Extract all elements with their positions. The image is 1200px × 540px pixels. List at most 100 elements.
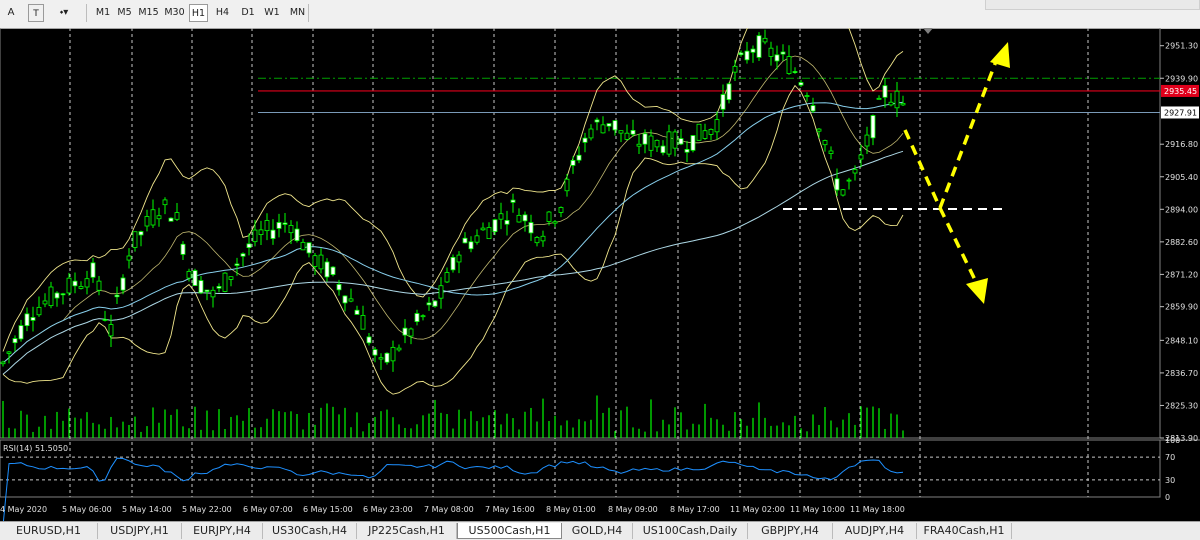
candle-body xyxy=(702,130,708,139)
candle-body xyxy=(240,253,246,257)
rsi-axis-label: 30 xyxy=(1165,476,1175,485)
candle-body xyxy=(648,135,654,151)
timeframe-button-m1[interactable]: M1 xyxy=(94,4,112,22)
candle-body xyxy=(522,214,528,222)
symbol-tab-eurjpy-h4[interactable]: EURJPY,H4 xyxy=(182,523,263,539)
symbol-tab-us500cash-h1[interactable]: US500Cash,H1 xyxy=(457,523,562,539)
candle-body xyxy=(96,280,102,291)
candle-body xyxy=(330,266,336,275)
candle-body xyxy=(780,51,786,55)
candle-body xyxy=(822,140,828,146)
candle-body xyxy=(84,278,90,288)
candle-body xyxy=(252,229,258,243)
symbol-tab-gbpjpy-h4[interactable]: GBPJPY,H4 xyxy=(748,523,833,539)
candle-body xyxy=(774,54,780,62)
candle-body xyxy=(810,105,816,112)
symbol-tab-eurusd-h1[interactable]: EURUSD,H1 xyxy=(0,523,98,539)
timeframe-button-m15[interactable]: M15 xyxy=(137,4,160,22)
timeframe-button-w1[interactable]: W1 xyxy=(262,4,282,22)
timeframe-button-h4[interactable]: H4 xyxy=(212,4,233,22)
candle-body xyxy=(666,131,672,155)
search-box[interactable] xyxy=(985,0,1200,10)
candle-body xyxy=(768,47,774,57)
candle-body xyxy=(408,328,414,337)
timeframe-button-mn[interactable]: MN xyxy=(287,4,308,22)
candle-body xyxy=(852,168,858,174)
symbol-tab-fra40cash-h1[interactable]: FRA40Cash,H1 xyxy=(917,523,1012,539)
rsi-axis-label: 100 xyxy=(1165,436,1180,445)
time-axis-label: 8 May 09:00 xyxy=(608,505,658,514)
timeframe-button-m30[interactable]: M30 xyxy=(162,4,187,22)
candle-body xyxy=(468,241,474,250)
text-tool-icon[interactable]: A xyxy=(4,4,18,22)
candle-body xyxy=(696,123,702,141)
symbol-tab-gold-h4[interactable]: GOLD,H4 xyxy=(562,523,633,539)
candle-body xyxy=(792,71,798,73)
candle-body xyxy=(156,215,162,220)
candle-body xyxy=(534,236,540,244)
time-axis-label: 5 May 06:00 xyxy=(62,505,112,514)
annotation-arrow-down xyxy=(938,207,980,287)
candle-body xyxy=(540,235,546,242)
toolbar-separator xyxy=(308,4,309,22)
candle-body xyxy=(72,280,78,287)
candle-body xyxy=(66,277,72,294)
timeframe-button-d1[interactable]: D1 xyxy=(238,4,258,22)
candle-body xyxy=(120,277,126,291)
time-axis-label: 6 May 07:00 xyxy=(243,505,293,514)
candle-body xyxy=(114,294,120,298)
text-label-tool-icon[interactable]: T xyxy=(28,4,44,22)
candle-body xyxy=(360,315,366,330)
bollinger-middle-band xyxy=(2,55,904,364)
symbol-tab-us30cash-h4[interactable]: US30Cash,H4 xyxy=(263,523,357,539)
candle-body xyxy=(624,132,630,140)
annotation-arrowhead-up xyxy=(990,42,1010,68)
candle-body xyxy=(60,293,66,296)
candle-body xyxy=(750,48,756,53)
candle-body xyxy=(732,65,738,73)
candle-body xyxy=(876,97,882,100)
candle-body xyxy=(744,50,750,61)
candle-body xyxy=(456,254,462,263)
annotation-arrow-up xyxy=(938,55,1000,209)
candle-body xyxy=(42,300,48,305)
candle-body xyxy=(786,56,792,74)
candle-body xyxy=(678,138,684,145)
candle-body xyxy=(246,243,252,248)
candle-body xyxy=(234,263,240,266)
candle-body xyxy=(12,338,18,344)
candle-body xyxy=(438,285,444,299)
candle-body xyxy=(636,143,642,147)
candle-body xyxy=(858,154,864,160)
candle-body xyxy=(18,325,24,340)
rsi-plot-frame xyxy=(0,439,1161,498)
candle-body xyxy=(474,235,480,243)
symbol-tab-us100cash-daily[interactable]: US100Cash,Daily xyxy=(633,523,748,539)
time-axis-label: 8 May 17:00 xyxy=(670,505,720,514)
timeframe-button-m5[interactable]: M5 xyxy=(114,4,135,22)
candle-body xyxy=(684,149,690,153)
time-axis-label: 11 May 10:00 xyxy=(790,505,845,514)
candle-body xyxy=(864,134,870,147)
price-chart[interactable]: 2951.30 2939.90 2916.80 2905.40 2894.00 2882.… xyxy=(0,28,1200,521)
candle-body xyxy=(426,302,432,306)
candle-body xyxy=(600,124,606,134)
symbol-tab-audjpy-h4[interactable]: AUDJPY,H4 xyxy=(833,523,917,539)
price-axis-label: 2939.90 xyxy=(1165,74,1198,83)
candle-body xyxy=(588,128,594,139)
candle-body xyxy=(186,271,192,279)
candle-body xyxy=(816,128,822,132)
time-axis-label: 8 May 01:00 xyxy=(546,505,596,514)
candle-body xyxy=(570,160,576,166)
candle-body xyxy=(132,231,138,248)
candle-body xyxy=(888,101,894,106)
symbol-tab-jp225cash-h1[interactable]: JP225Cash,H1 xyxy=(357,523,457,539)
symbol-tab-usdjpy-h1[interactable]: USDJPY,H1 xyxy=(98,523,182,539)
candle-body xyxy=(174,212,180,220)
candle-body xyxy=(390,346,396,362)
candle-body xyxy=(0,361,6,365)
candle-body xyxy=(54,292,60,299)
timeframe-button-h1[interactable]: H1 xyxy=(189,4,208,22)
arrows-tool-icon[interactable]: ⬩▾ xyxy=(50,4,78,22)
candle-body xyxy=(318,254,324,270)
